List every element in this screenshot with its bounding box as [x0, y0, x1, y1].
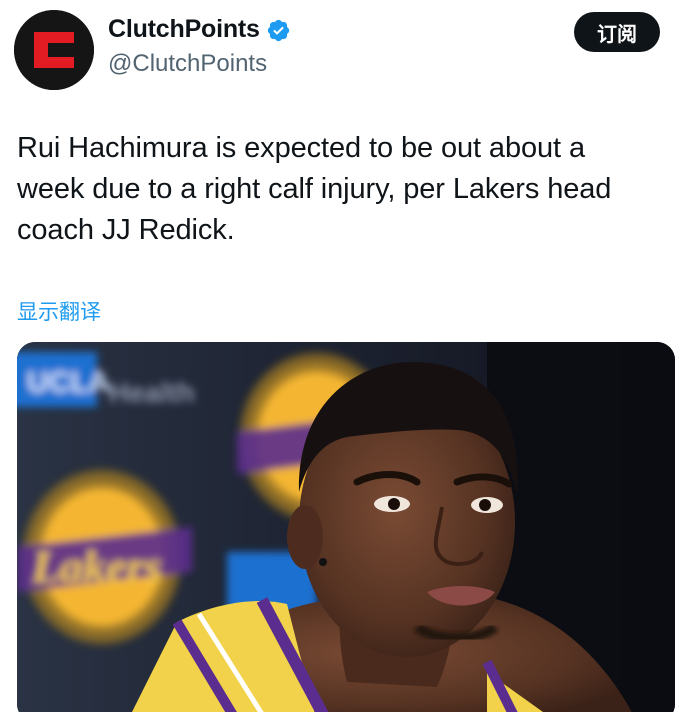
clutchpoints-logo-icon — [14, 10, 94, 90]
name-row: ClutchPoints — [108, 15, 291, 44]
show-translation-link[interactable]: 显示翻译 — [17, 296, 101, 326]
svg-text:Health: Health — [109, 377, 195, 408]
clutchpoints-avatar[interactable] — [14, 10, 94, 90]
tweet-photo[interactable]: UCLA Health Lakers — [17, 342, 675, 712]
user-handle[interactable]: @ClutchPoints — [108, 50, 267, 78]
player-photo-image: UCLA Health Lakers — [17, 342, 675, 712]
tweet-header: ClutchPoints @ClutchPoints 订阅 — [0, 0, 690, 100]
svg-text:Lakers: Lakers — [31, 541, 162, 592]
verified-badge-icon — [266, 18, 291, 43]
subscribe-button[interactable]: 订阅 — [574, 12, 660, 52]
tweet-text: Rui Hachimura is expected to be out abou… — [17, 132, 612, 246]
display-name[interactable]: ClutchPoints — [108, 15, 260, 44]
svg-text:UCLA: UCLA — [27, 366, 110, 399]
